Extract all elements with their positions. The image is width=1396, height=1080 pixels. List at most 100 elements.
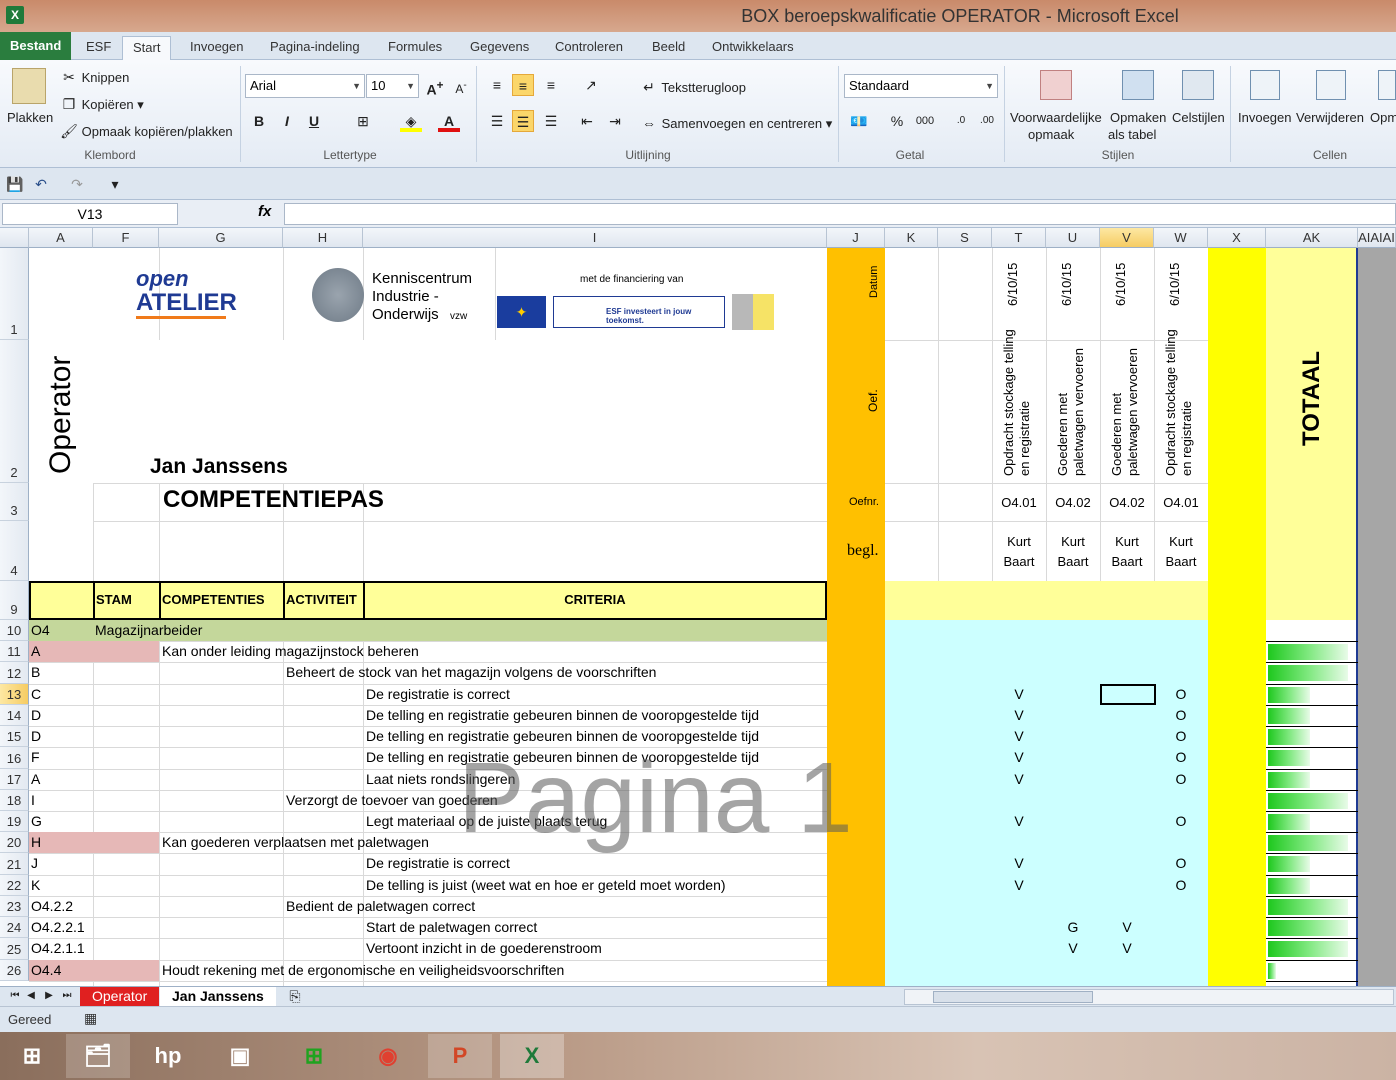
row-description[interactable]: Magazijnarbeider [95,620,202,640]
row-description[interactable]: Beheert de stock van het magazijn volgen… [286,662,656,682]
tab-controleren[interactable]: Controleren [545,36,633,60]
tab-formules[interactable]: Formules [378,36,452,60]
row-header[interactable]: 18 [0,790,29,811]
row-header[interactable]: 22 [0,875,29,896]
font-name-select[interactable]: Arial ▼ [245,74,365,98]
score-cell[interactable]: V [992,747,1046,767]
score-cell[interactable]: O [1154,684,1208,704]
score-cell[interactable]: V [992,684,1046,704]
row-code[interactable]: I [31,790,35,810]
row-code[interactable]: C [31,684,41,704]
row-code[interactable]: J [31,853,38,873]
conditional-formatting-button-line2[interactable]: opmaak [1028,127,1074,142]
row-code[interactable]: O4.2.1.1 [31,938,85,958]
row-header[interactable]: 19 [0,811,29,832]
score-cell[interactable]: O [1154,875,1208,895]
row-header[interactable]: 3 [0,483,29,521]
row-header[interactable]: 12 [0,662,29,684]
font-color-icon[interactable]: A [438,110,460,132]
increase-indent-icon[interactable]: ⇥ [604,110,626,132]
row-description[interactable]: Kan onder leiding magazijnstock beheren [162,641,419,661]
row-code[interactable]: F [31,747,40,767]
italic-button[interactable]: I [276,110,298,132]
column-header[interactable]: S [938,228,992,248]
align-bottom-icon[interactable]: ≡ [540,74,562,96]
align-top-icon[interactable]: ≡ [486,74,508,96]
select-all-corner[interactable] [0,228,29,248]
wrap-text-button[interactable]: ↵ Tekstterugloop [640,78,746,96]
sheet-tab-jan-janssens[interactable]: Jan Janssens [160,987,276,1007]
paste-button[interactable]: Plakken [7,110,53,125]
row-header[interactable]: 9 [0,581,29,620]
column-header[interactable]: V [1100,228,1154,248]
conditional-formatting-icon[interactable] [1040,70,1072,100]
column-header[interactable]: A [29,228,93,248]
align-center-icon[interactable]: ☰ [512,110,534,132]
tab-beeld[interactable]: Beeld [642,36,695,60]
tab-ontwikkelaars[interactable]: Ontwikkelaars [702,36,804,60]
bold-button[interactable]: B [248,110,270,132]
borders-icon[interactable]: ⊞ [352,110,374,132]
score-cell[interactable]: G [1046,917,1100,937]
column-header[interactable]: K [885,228,938,248]
row-code[interactable]: H [31,832,41,852]
redo-icon[interactable]: ↷ [66,173,88,195]
windows-start-icon[interactable]: ⊞ [0,1034,64,1078]
score-cell[interactable]: O [1154,853,1208,873]
column-header[interactable]: X [1208,228,1266,248]
row-header[interactable]: 4 [0,521,29,581]
row-header[interactable]: 11 [0,641,29,662]
macro-record-icon[interactable]: ▦ [84,1010,97,1027]
scrollbar-thumb[interactable] [933,991,1093,1003]
row-code[interactable]: O4 [31,620,50,640]
row-header[interactable]: 2 [0,340,29,483]
row-header[interactable]: 1 [0,248,29,340]
copy-button[interactable]: ❐ Kopiëren ▾ [60,95,144,113]
format-as-table-icon[interactable] [1122,70,1154,100]
row-code[interactable]: O4.4 [31,960,61,980]
name-box[interactable]: V13 [2,203,178,225]
score-cell[interactable]: O [1154,811,1208,831]
column-header[interactable]: F [93,228,159,248]
decrease-decimal-icon[interactable]: .00 [976,110,998,132]
file-explorer-icon[interactable]: 🗂 [66,1034,130,1078]
thousands-button[interactable]: 000 [914,110,936,132]
delete-cells-button[interactable]: Verwijderen [1296,110,1364,125]
save-icon[interactable]: 💾 [4,173,26,195]
tab-bestand[interactable]: Bestand [0,32,72,60]
selected-cell[interactable] [1100,684,1156,705]
format-painter-button[interactable]: 🖌 Opmaak kopiëren/plakken [60,122,233,140]
score-cell[interactable]: V [992,705,1046,725]
column-header[interactable]: AIAIAI [1358,228,1396,248]
sheet-tab-operator[interactable]: Operator [80,987,160,1007]
row-header[interactable]: 25 [0,938,29,960]
store-icon[interactable]: ⊞ [282,1034,346,1078]
row-description[interactable]: De telling en registratie gebeuren binne… [366,705,759,725]
score-cell[interactable]: V [992,853,1046,873]
column-header[interactable]: J [827,228,885,248]
score-cell[interactable]: O [1154,747,1208,767]
last-sheet-icon[interactable]: ⏭ [56,985,78,1007]
underline-button[interactable]: U [303,110,325,132]
new-sheet-icon[interactable]: ⎘ [284,985,306,1007]
row-description[interactable]: De telling is juist (weet wat en hoe er … [366,875,726,895]
cell-styles-button[interactable]: Celstijlen [1172,110,1225,125]
row-code[interactable]: A [31,769,40,789]
row-header[interactable]: 21 [0,853,29,875]
format-as-table-button-line2[interactable]: als tabel [1108,127,1156,142]
row-description[interactable]: Kan goederen verplaatsen met paletwagen [162,832,429,852]
row-description[interactable]: Houdt rekening met de ergonomische en ve… [162,960,564,980]
score-cell[interactable]: V [1100,917,1154,937]
score-cell[interactable]: V [992,726,1046,746]
horizontal-scrollbar[interactable] [904,989,1394,1005]
tab-start[interactable]: Start [122,36,172,60]
insert-function-button[interactable]: fx [258,203,271,220]
column-header[interactable]: H [283,228,363,248]
conditional-formatting-button[interactable]: Voorwaardelijke [1010,110,1102,125]
hp-icon[interactable]: hp [136,1034,200,1078]
orientation-icon[interactable]: ↗ [580,74,602,96]
column-header[interactable]: G [159,228,283,248]
customize-qat-icon[interactable]: ▾ [104,173,126,195]
increase-decimal-icon[interactable]: .0 [950,110,972,132]
tab-pagina-indeling[interactable]: Pagina-indeling [260,36,370,60]
